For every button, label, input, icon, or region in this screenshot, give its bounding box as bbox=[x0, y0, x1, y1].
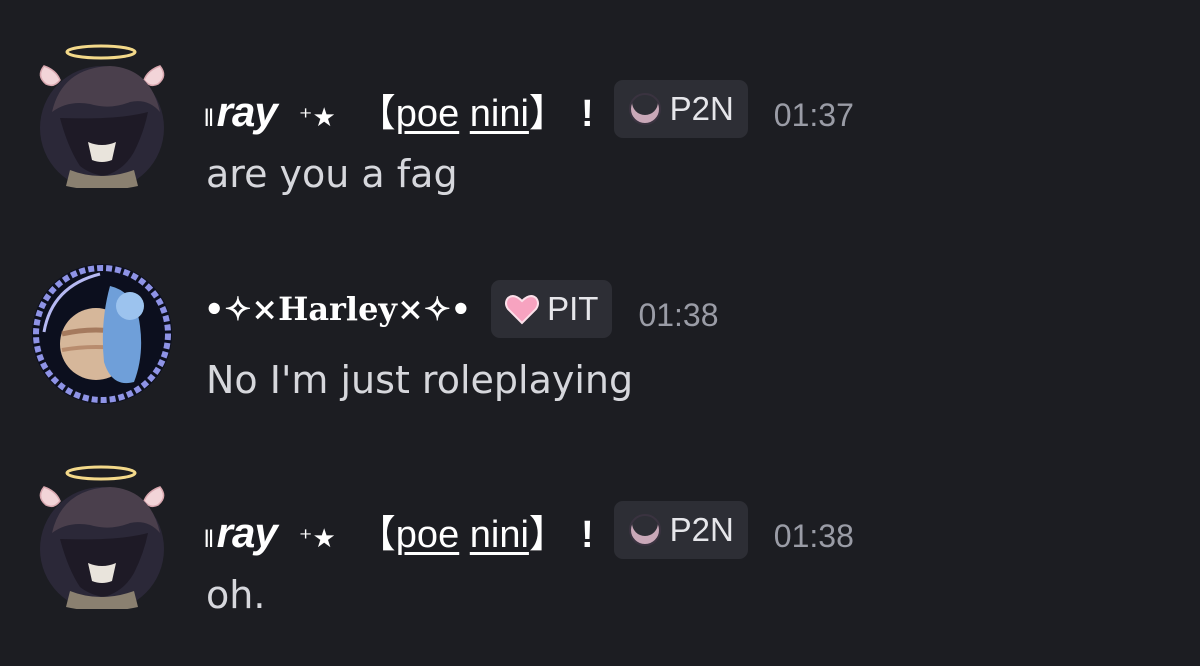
message-header: ll ray ⁺★ 【poe nini】 ! P2N 01:37 bbox=[204, 78, 854, 140]
author-name[interactable]: ll ray ⁺★ 【poe nini】 ! bbox=[204, 82, 594, 137]
message-header: •✧×Harley×✧• PIT 01:38 bbox=[204, 278, 719, 340]
angel-character-avatar-icon bbox=[39, 44, 165, 188]
user-avatar[interactable] bbox=[30, 42, 176, 188]
bracket-word-2: nini bbox=[469, 513, 529, 556]
name-stars: ⁺★ bbox=[298, 522, 336, 553]
moon-frame-avatar-icon bbox=[32, 264, 172, 404]
role-tag-label: P2N bbox=[669, 511, 734, 548]
bracket-word-1: poe bbox=[395, 513, 460, 556]
message-text: No I'm just roleplaying bbox=[206, 358, 634, 402]
name-main: ray bbox=[216, 508, 278, 556]
name-bracket: 【poe nini】 bbox=[358, 503, 567, 558]
name-main: ray bbox=[216, 87, 278, 135]
role-tag-label: P2N bbox=[669, 90, 734, 127]
author-name[interactable]: ll ray ⁺★ 【poe nini】 ! bbox=[204, 503, 594, 558]
timestamp[interactable]: 01:37 bbox=[774, 97, 854, 134]
author-name[interactable]: •✧×Harley×✧• bbox=[204, 290, 471, 328]
bracket-open: 【 bbox=[357, 513, 396, 556]
name-stars: ⁺★ bbox=[298, 101, 336, 132]
crescent-moon-icon bbox=[628, 90, 661, 125]
bracket-word-2: nini bbox=[469, 92, 529, 135]
role-tag[interactable]: PIT bbox=[491, 280, 613, 338]
message-header: ll ray ⁺★ 【poe nini】 ! P2N 01:38 bbox=[204, 499, 854, 561]
name-bang: ! bbox=[580, 513, 594, 556]
chat-log: ll ray ⁺★ 【poe nini】 ! P2N 01:37 are you… bbox=[0, 0, 1200, 666]
bracket-close: 】 bbox=[528, 513, 567, 556]
name-bracket: 【poe nini】 bbox=[358, 82, 567, 137]
role-tag[interactable]: P2N bbox=[613, 80, 748, 138]
name-bars: ll bbox=[204, 525, 214, 553]
bracket-open: 【 bbox=[357, 92, 396, 135]
name-bang: ! bbox=[580, 92, 594, 135]
timestamp[interactable]: 01:38 bbox=[638, 297, 718, 334]
user-avatar[interactable] bbox=[30, 463, 176, 609]
message-text: oh. bbox=[206, 573, 266, 617]
bracket-close: 】 bbox=[528, 92, 567, 135]
bracket-word-1: poe bbox=[395, 92, 460, 135]
role-tag[interactable]: P2N bbox=[613, 501, 748, 559]
name-bars: ll bbox=[204, 104, 214, 132]
message-text: are you a fag bbox=[206, 152, 458, 196]
pink-heart-icon bbox=[505, 295, 540, 325]
user-avatar[interactable] bbox=[30, 262, 176, 408]
timestamp[interactable]: 01:38 bbox=[774, 518, 854, 555]
role-tag-label: PIT bbox=[547, 290, 599, 327]
name-main: •✧×Harley×✧• bbox=[204, 290, 472, 328]
angel-character-avatar-icon bbox=[39, 465, 165, 609]
crescent-moon-icon bbox=[628, 511, 661, 546]
